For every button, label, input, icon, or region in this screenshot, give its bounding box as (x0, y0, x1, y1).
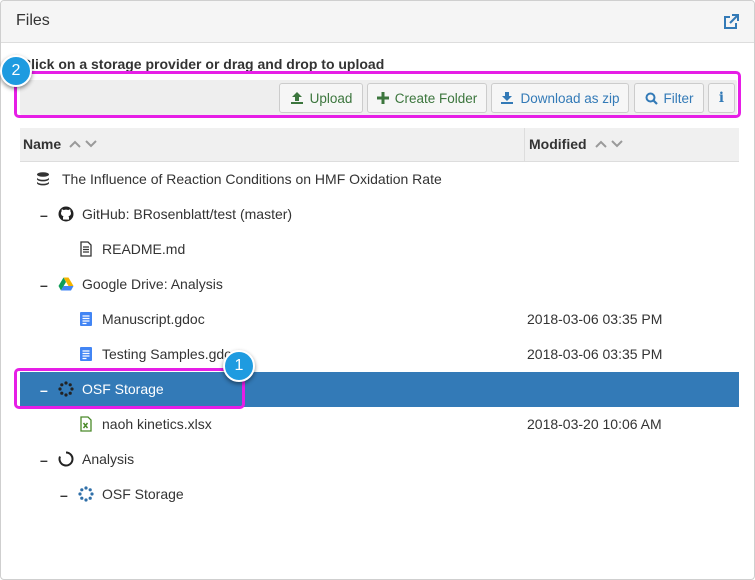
tree-row-osf-storage-nested[interactable]: – OSF Storage (20, 477, 739, 512)
grid-header: Name Modified (20, 128, 739, 162)
sort-controls-modified (594, 140, 623, 148)
tree-row-google-drive[interactable]: – Google Drive: Analysis (20, 267, 739, 302)
tree-row-label: Analysis (82, 451, 135, 467)
tree-row-manuscript[interactable]: Manuscript.gdoc 2018-03-06 03:35 PM (20, 302, 739, 337)
project-stack-icon (37, 172, 49, 186)
osf-component-icon (58, 451, 74, 467)
tree-row-label: GitHub: BRosenblatt/test (master) (82, 206, 293, 222)
sort-asc-icon[interactable] (594, 140, 607, 148)
download-zip-button[interactable]: Download as zip (491, 83, 629, 113)
tree-row-osf-storage-selected[interactable]: – OSF Storage (20, 372, 739, 407)
column-name[interactable]: Name (23, 136, 97, 152)
panel-header: Files (1, 1, 754, 43)
collapse-toggle[interactable]: – (40, 277, 48, 293)
upload-button[interactable]: Upload (279, 83, 363, 113)
external-link-icon[interactable] (722, 13, 740, 31)
callout-badge-1: 1 (223, 350, 255, 382)
filter-button[interactable]: Filter (634, 83, 704, 113)
osf-storage-icon (58, 381, 74, 397)
download-zip-label: Download as zip (520, 90, 620, 106)
collapse-toggle[interactable]: – (40, 452, 48, 468)
google-drive-icon (58, 277, 74, 291)
google-doc-icon (80, 312, 92, 326)
google-doc-icon (80, 347, 92, 361)
tree-row-label: OSF Storage (82, 381, 164, 397)
search-icon (645, 92, 658, 105)
tree-row-label: naoh kinetics.xlsx (102, 416, 212, 432)
upload-instructions: Click on a storage provider or drag and … (21, 56, 385, 72)
sort-desc-icon[interactable] (610, 140, 623, 148)
tree-row-github[interactable]: – GitHub: BRosenblatt/test (master) (20, 197, 739, 232)
modified-date: 2018-03-20 10:06 AM (527, 416, 662, 432)
column-modified[interactable]: Modified (524, 128, 623, 162)
column-name-label: Name (23, 136, 62, 152)
upload-label: Upload (309, 90, 353, 106)
tree-row-label: Manuscript.gdoc (102, 311, 205, 327)
files-panel: Files Click on a storage provider or dra… (0, 0, 755, 580)
download-icon (501, 92, 514, 104)
upload-icon (290, 92, 303, 104)
create-folder-button[interactable]: Create Folder (367, 83, 487, 113)
column-modified-label: Modified (529, 136, 587, 152)
sort-controls-name (69, 140, 97, 148)
excel-file-icon (80, 416, 92, 432)
modified-date: 2018-03-06 03:35 PM (527, 346, 663, 362)
osf-storage-icon (78, 486, 94, 502)
tree-row-analysis[interactable]: – Analysis (20, 442, 739, 477)
panel-title: Files (16, 12, 50, 29)
tree-row-label: README.md (102, 241, 186, 257)
tree-row-label: OSF Storage (102, 486, 184, 502)
info-button[interactable]: i (708, 83, 735, 113)
tree-row-label: Testing Samples.gdoc (102, 346, 239, 362)
collapse-toggle[interactable]: – (60, 487, 68, 503)
tree-row-project[interactable]: The Influence of Reaction Conditions on … (20, 162, 739, 197)
tree-row-readme[interactable]: README.md (20, 232, 739, 267)
filter-label: Filter (663, 90, 694, 106)
collapse-toggle[interactable]: – (40, 382, 48, 398)
file-text-icon (80, 241, 92, 257)
tree-row-label: Google Drive: Analysis (82, 276, 223, 292)
modified-date: 2018-03-06 03:35 PM (527, 311, 663, 327)
collapse-toggle[interactable]: – (40, 207, 48, 223)
github-icon (58, 206, 74, 222)
file-toolbar: Upload Create Folder Download as zip Fil… (20, 80, 737, 115)
create-folder-label: Create Folder (394, 90, 478, 106)
tree-row-testing-samples[interactable]: Testing Samples.gdoc 2018-03-06 03:35 PM (20, 337, 739, 372)
callout-badge-2: 2 (0, 55, 32, 87)
tree-row-label: The Influence of Reaction Conditions on … (62, 171, 442, 187)
tree-row-naoh-kinetics[interactable]: naoh kinetics.xlsx 2018-03-20 10:06 AM (20, 407, 739, 442)
plus-icon (376, 92, 389, 104)
info-icon: i (718, 90, 725, 106)
sort-desc-icon[interactable] (85, 140, 97, 148)
sort-asc-icon[interactable] (69, 140, 81, 148)
